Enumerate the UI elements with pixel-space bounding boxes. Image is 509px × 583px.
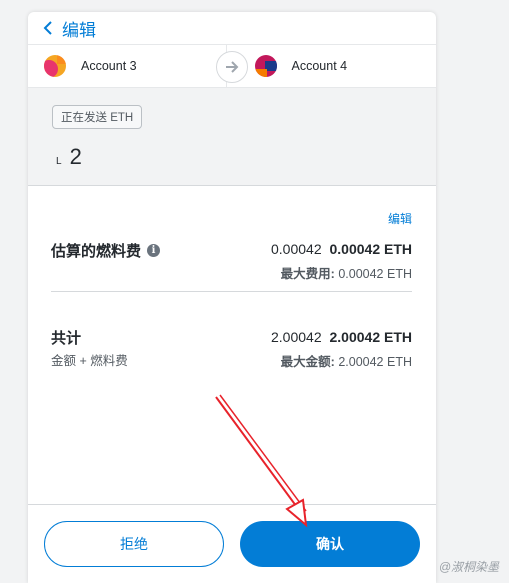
max-fee-label: 最大费用: bbox=[280, 267, 335, 281]
edit-gas-link[interactable]: 编辑 bbox=[388, 210, 412, 227]
send-amount: L 2 bbox=[56, 144, 82, 170]
confirm-transaction-card: 编辑 Account 3 Account 4 正在发送 ETH L 2 编辑 估… bbox=[28, 12, 436, 583]
details-section: 编辑 估算的燃料费 i 0.00042 0.00042 ETH 最大费用: 0.… bbox=[28, 186, 436, 508]
total-value-bold: 2.00042 ETH bbox=[329, 329, 413, 345]
total-label: 共计 bbox=[51, 330, 82, 347]
divider bbox=[51, 291, 412, 292]
gas-fee-value-light: 0.00042 bbox=[271, 241, 322, 257]
total-values: 2.00042 2.00042 ETH 最大金额: 2.00042 ETH bbox=[271, 329, 412, 370]
reject-button[interactable]: 拒绝 bbox=[44, 521, 224, 567]
send-amount-section: 正在发送 ETH L 2 bbox=[28, 88, 436, 186]
sender-recipient-bar: Account 3 Account 4 bbox=[28, 44, 436, 88]
gas-fee-value-bold: 0.00042 ETH bbox=[329, 241, 413, 257]
to-account-avatar bbox=[254, 55, 277, 77]
confirm-button[interactable]: 确认 bbox=[240, 521, 420, 567]
footer-actions: 拒绝 确认 bbox=[28, 504, 436, 583]
to-account[interactable]: Account 4 bbox=[225, 45, 437, 87]
chevron-left-icon bbox=[43, 21, 52, 35]
back-label: 编辑 bbox=[62, 20, 96, 40]
gas-fee-values: 0.00042 0.00042 ETH 最大费用: 0.00042 ETH bbox=[271, 241, 412, 282]
top-bar: 编辑 bbox=[28, 12, 436, 44]
max-amount-label: 最大金额: bbox=[280, 355, 335, 369]
back-edit-button[interactable]: 编辑 bbox=[42, 16, 96, 40]
gas-fee-label: 估算的燃料费 bbox=[51, 243, 142, 260]
from-account-avatar bbox=[44, 55, 66, 77]
max-fee-value: 0.00042 ETH bbox=[338, 267, 412, 281]
from-account[interactable]: Account 3 bbox=[28, 45, 226, 87]
arrow-right-icon bbox=[216, 51, 248, 83]
to-account-name: Account 4 bbox=[291, 59, 348, 73]
from-account-name: Account 3 bbox=[81, 59, 137, 73]
currency-symbol: L bbox=[56, 156, 62, 167]
amount-value: 2 bbox=[69, 144, 82, 169]
gas-fee-label-row: 估算的燃料费 i bbox=[51, 240, 161, 261]
max-amount-value: 2.00042 ETH bbox=[338, 355, 412, 369]
info-icon[interactable]: i bbox=[147, 244, 161, 257]
action-badge: 正在发送 ETH bbox=[52, 105, 143, 129]
watermark: @淑桐染墨 bbox=[438, 560, 499, 574]
total-value-light: 2.00042 bbox=[271, 329, 322, 345]
total-description: 金额 + 燃料费 bbox=[51, 354, 128, 368]
